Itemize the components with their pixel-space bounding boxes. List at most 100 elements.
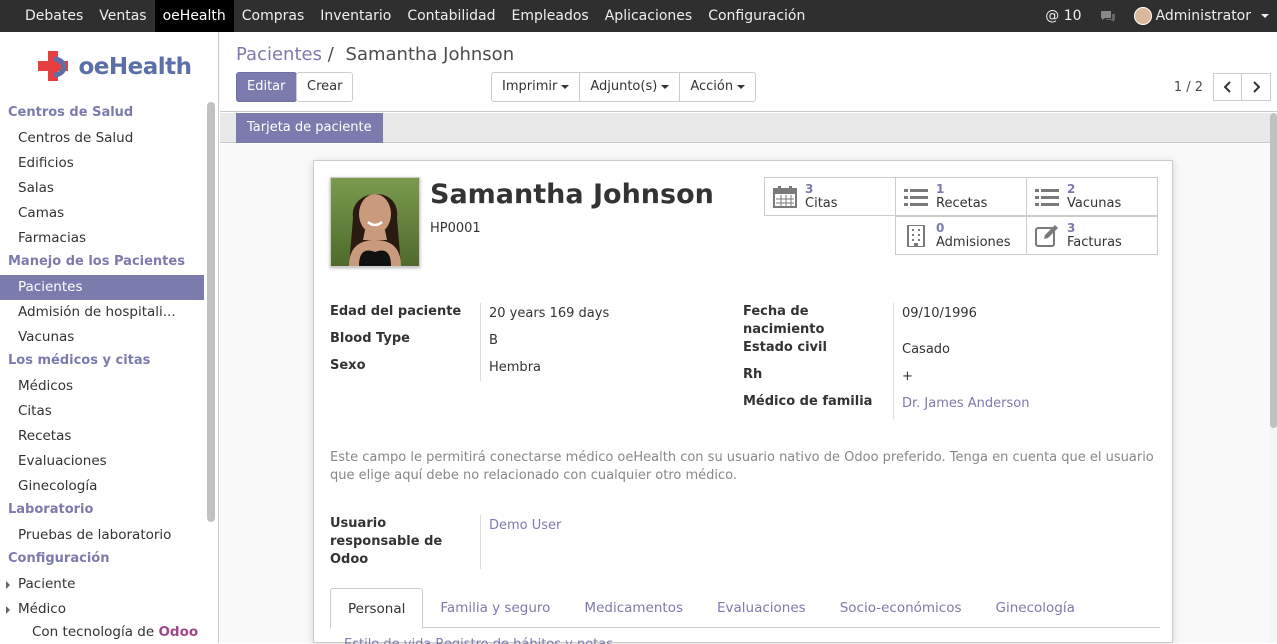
- sidebar-item[interactable]: Pruebas de laboratorio: [0, 523, 204, 548]
- action-dropdown[interactable]: Acción: [679, 73, 755, 101]
- smart-buttons: 3 Citas 1 Recetas 2 Vacunas 0 Admisiones…: [764, 177, 1158, 256]
- menu-aplicaciones[interactable]: Aplicaciones: [597, 0, 700, 32]
- odoo-user-label: Usuario responsable de Odoo: [330, 516, 443, 567]
- sidebar-item[interactable]: Paciente: [0, 572, 204, 597]
- menu-contabilidad[interactable]: Contabilidad: [399, 0, 503, 32]
- chat-button[interactable]: [1091, 0, 1125, 32]
- brand-name: oeHealth: [78, 54, 192, 80]
- blood-type-label: Blood Type: [330, 331, 410, 346]
- facturas-label: Facturas: [1067, 235, 1122, 250]
- print-label: Imprimir: [502, 79, 558, 94]
- marital-status-value: Casado: [902, 342, 950, 357]
- patient-card-button[interactable]: Tarjeta de paciente: [236, 113, 383, 143]
- citas-button[interactable]: 3 Citas: [764, 177, 896, 216]
- previous-button[interactable]: [1213, 73, 1242, 101]
- chevron-down-icon: [561, 84, 570, 89]
- form-sheet: Samantha Johnson HP0001 3 Citas 1 Receta…: [313, 160, 1173, 644]
- create-button[interactable]: Crear: [296, 72, 354, 102]
- menu-oehealth[interactable]: oeHealth: [154, 0, 234, 32]
- field-divider: [480, 303, 481, 381]
- tab-medicamentos[interactable]: Medicamentos: [567, 588, 700, 627]
- tab-personal[interactable]: Personal: [330, 588, 424, 629]
- patient-portrait: [331, 178, 419, 266]
- chat-icon: [1100, 10, 1115, 22]
- next-button[interactable]: [1242, 73, 1271, 101]
- list-icon: [904, 189, 928, 206]
- patient-photo[interactable]: [330, 177, 420, 267]
- sidebar-item[interactable]: Evaluaciones: [0, 449, 204, 474]
- page-scrollbar[interactable]: [1270, 113, 1277, 643]
- list-icon: [1035, 189, 1059, 206]
- sidebar-item[interactable]: Centros de Salud: [0, 126, 204, 151]
- sidebar-item[interactable]: Citas: [0, 399, 204, 424]
- sidebar-scrollbar[interactable]: [207, 102, 215, 522]
- powered-by[interactable]: Con tecnología de Odoo: [0, 621, 218, 643]
- menu-debates[interactable]: Debates: [0, 0, 91, 32]
- recetas-label: Recetas: [936, 196, 988, 211]
- sidebar-item[interactable]: Médicos: [0, 374, 204, 399]
- chevron-down-icon: [737, 84, 746, 89]
- sidebar-item[interactable]: Admisión de hospitali...: [0, 300, 204, 325]
- pager: 1 / 2: [1174, 73, 1271, 101]
- menu-compras[interactable]: Compras: [234, 0, 313, 32]
- sidebar-item[interactable]: Camas: [0, 201, 204, 226]
- menu-inventario[interactable]: Inventario: [312, 0, 399, 32]
- scrollbar-thumb[interactable]: [1270, 113, 1277, 428]
- notifications-count: @ 10: [1045, 8, 1082, 24]
- facturas-button[interactable]: 3 Facturas: [1026, 216, 1158, 255]
- attachments-dropdown[interactable]: Adjunto(s): [579, 73, 679, 101]
- vacunas-label: Vacunas: [1067, 196, 1122, 211]
- tab-familia-seguro[interactable]: Familia y seguro: [423, 588, 567, 627]
- vacunas-count: 2: [1067, 182, 1076, 196]
- chevron-right-icon: [1253, 81, 1260, 93]
- sidebar-item[interactable]: Edificios: [0, 151, 204, 176]
- tab-ginecologia[interactable]: Ginecología: [979, 588, 1092, 627]
- oehealth-logo[interactable]: oeHealth: [0, 32, 218, 102]
- sex-label: Sexo: [330, 358, 366, 373]
- sidebar-item[interactable]: Pacientes: [0, 275, 204, 300]
- action-label: Acción: [690, 79, 734, 94]
- tab-socio-economicos[interactable]: Socio-económicos: [823, 588, 979, 627]
- breadcrumb-separator: /: [327, 44, 334, 65]
- notifications-button[interactable]: @ 10: [1036, 0, 1090, 32]
- menu-ventas[interactable]: Ventas: [91, 0, 154, 32]
- sidebar-section-title: Configuración: [8, 551, 110, 566]
- admisiones-button[interactable]: 0 Admisiones: [895, 216, 1027, 255]
- family-doctor-link[interactable]: Dr. James Anderson: [902, 395, 1030, 413]
- admisiones-count: 0: [936, 221, 945, 235]
- odoo-user-link[interactable]: Demo User: [489, 517, 561, 535]
- sidebar-item[interactable]: Salas: [0, 176, 204, 201]
- rh-value: +: [902, 369, 913, 384]
- sidebar-item[interactable]: Ginecología: [0, 474, 204, 499]
- breadcrumb-pacientes[interactable]: Pacientes: [236, 44, 322, 65]
- recetas-button[interactable]: 1 Recetas: [895, 177, 1027, 216]
- recetas-count: 1: [936, 182, 945, 196]
- tab-evaluaciones[interactable]: Evaluaciones: [700, 588, 823, 627]
- admisiones-label: Admisiones: [936, 235, 1011, 250]
- birth-date-value: 09/10/1996: [902, 306, 977, 321]
- field-divider: [893, 303, 894, 419]
- sidebar-item[interactable]: Médico: [0, 597, 204, 622]
- user-menu[interactable]: Administrator: [1125, 0, 1277, 32]
- sidebar-item[interactable]: Vacunas: [0, 325, 204, 350]
- powered-by-label: Con tecnología de: [32, 624, 155, 640]
- vacunas-button[interactable]: 2 Vacunas: [1026, 177, 1158, 216]
- rh-label: Rh: [743, 367, 763, 382]
- breadcrumb: Pacientes / Samantha Johnson: [236, 44, 514, 65]
- sidebar-item[interactable]: Farmacias: [0, 226, 204, 251]
- sidebar-item[interactable]: Recetas: [0, 424, 204, 449]
- marital-status-label: Estado civil: [743, 340, 827, 355]
- print-dropdown[interactable]: Imprimir: [492, 73, 579, 101]
- odoo-brand: Odoo: [158, 624, 199, 640]
- blood-type-value: B: [489, 333, 498, 348]
- pager-value[interactable]: 1 / 2: [1174, 80, 1203, 95]
- chevron-down-icon: [661, 84, 670, 89]
- edit-button[interactable]: Editar: [236, 72, 297, 102]
- notebook-tabs: Personal Familia y seguro Medicamentos E…: [330, 588, 1160, 629]
- app-menu: Debates Ventas oeHealth Compras Inventar…: [0, 0, 813, 32]
- menu-empleados[interactable]: Empleados: [504, 0, 597, 32]
- menu-configuracion[interactable]: Configuración: [700, 0, 813, 32]
- sidebar-actions: Imprimir Adjunto(s) Acción: [491, 72, 757, 102]
- age-value: 20 years 169 days: [489, 306, 610, 321]
- chevron-left-icon: [1223, 81, 1231, 93]
